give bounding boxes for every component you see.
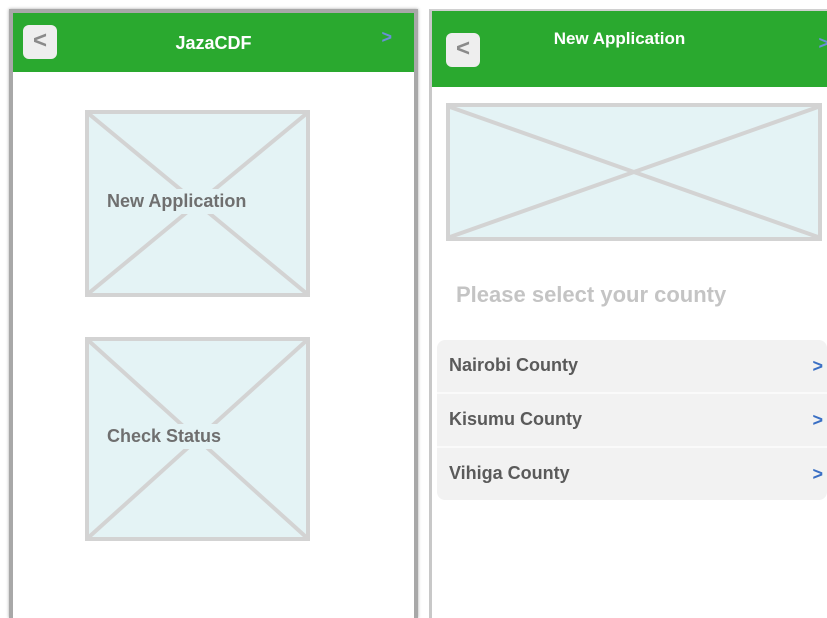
tile-label: New Application [103,189,251,214]
county-label: Nairobi County [449,355,578,375]
home-header: < JazaCDF > [13,13,414,72]
page-title: New Application [553,29,686,48]
chevron-right-icon: > [812,410,823,430]
chevron-right-icon[interactable]: > [818,33,827,54]
chevron-right-icon[interactable]: > [381,27,392,48]
county-label: Kisumu County [449,409,582,429]
county-list: Nairobi County > Kisumu County > Vihiga … [437,340,827,500]
county-prompt: Please select your county [456,282,727,307]
image-placeholder-icon [450,107,818,237]
tile-label: Check Status [103,424,226,449]
check-status-tile[interactable]: Check Status [85,337,310,541]
chevron-right-icon: > [812,464,823,484]
banner-image [446,103,822,241]
chevron-right-icon: > [812,356,823,376]
page-title: JazaCDF [175,33,252,53]
home-screen: < JazaCDF > New Application Check Status [9,9,418,618]
county-label: Vihiga County [449,463,570,483]
new-application-header: < New Application > [432,11,827,87]
list-item-kisumu[interactable]: Kisumu County > [437,394,827,448]
list-item-vihiga[interactable]: Vihiga County > [437,448,827,500]
new-application-tile[interactable]: New Application [85,110,310,297]
new-application-screen: < New Application > Please select your c… [429,9,827,618]
list-item-nairobi[interactable]: Nairobi County > [437,340,827,394]
